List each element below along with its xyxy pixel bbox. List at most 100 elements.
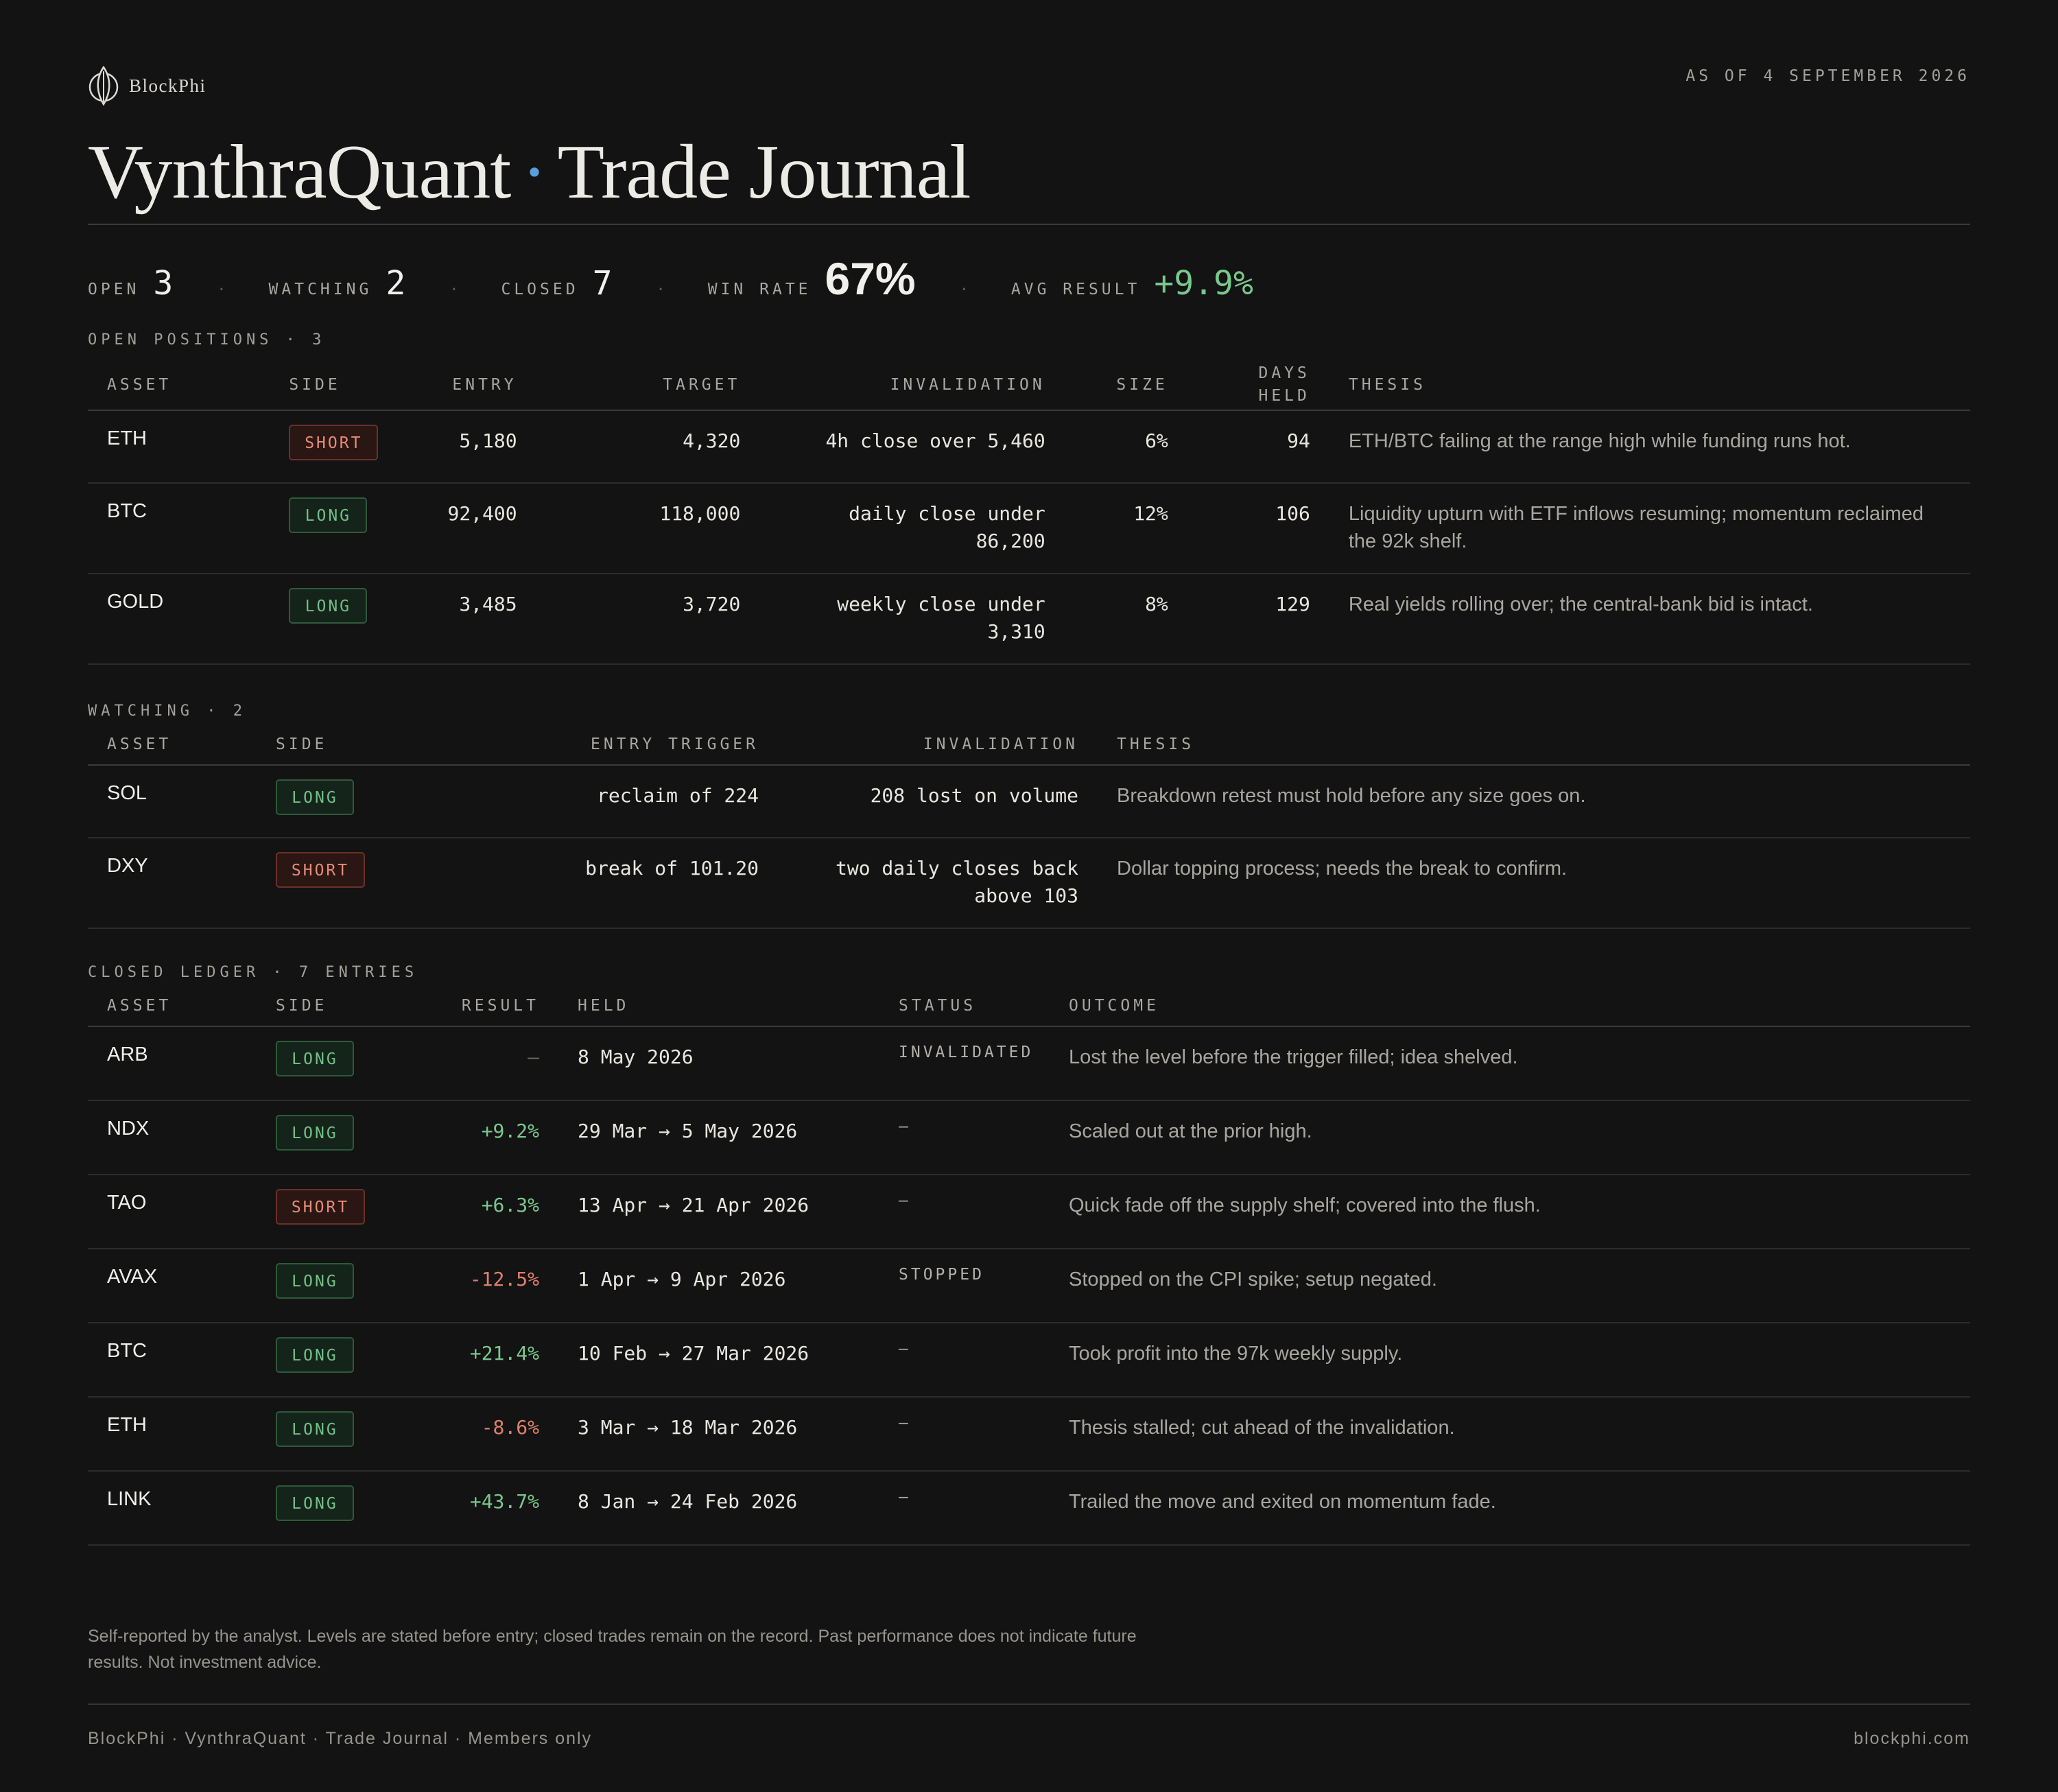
days-held-cell: 129	[1187, 574, 1329, 665]
result-cell: +6.3%	[394, 1175, 558, 1249]
table-row[interactable]: SOL LONG reclaim of 224 208 lost on volu…	[88, 765, 1970, 838]
side-badge: LONG	[276, 1263, 354, 1299]
size-cell: 12%	[1064, 483, 1187, 574]
col-asset[interactable]: ASSET	[88, 985, 257, 1027]
col-status[interactable]: STATUS	[879, 985, 1050, 1027]
outcome-cell: Stopped on the CPI spike; setup negated.	[1050, 1249, 1970, 1323]
brand[interactable]: BlockPhi	[88, 64, 206, 107]
col-size[interactable]: SIZE	[1064, 359, 1187, 411]
outcome-cell: Scaled out at the prior high.	[1050, 1100, 1970, 1175]
target-cell: 3,720	[536, 574, 760, 665]
result-cell: -8.6%	[394, 1397, 558, 1472]
thesis-cell: Dollar topping process; needs the break …	[1098, 838, 1970, 929]
size-cell: 8%	[1064, 574, 1187, 665]
thesis-cell: Breakdown retest must hold before any si…	[1098, 765, 1970, 838]
footer-link[interactable]: blockphi.com	[1854, 1729, 1970, 1749]
days-held-cell: 106	[1187, 483, 1329, 574]
col-side[interactable]: SIDE	[257, 985, 394, 1027]
side-cell: LONG	[270, 483, 418, 574]
col-thesis[interactable]: THESIS	[1098, 724, 1970, 766]
leaf-circle-icon	[88, 64, 119, 107]
size-cell: 6%	[1064, 410, 1187, 484]
side-cell: LONG	[257, 765, 394, 838]
col-entry-trigger[interactable]: ENTRY TRIGGER	[394, 724, 778, 766]
stat-separator: ·	[449, 281, 459, 298]
stat-watching-value: 2	[386, 264, 406, 303]
open-positions-table: ASSET SIDE ENTRY TARGET INVALIDATION SIZ…	[88, 359, 1970, 665]
open-positions-header-row: ASSET SIDE ENTRY TARGET INVALIDATION SIZ…	[88, 359, 1970, 411]
status-cell: –	[879, 1175, 1050, 1249]
col-result[interactable]: RESULT	[394, 985, 558, 1027]
stat-winrate-value: 67%	[825, 253, 916, 304]
result-cell: +9.2%	[394, 1100, 558, 1175]
outcome-cell: Lost the level before the trigger filled…	[1050, 1026, 1970, 1101]
table-row[interactable]: BTC LONG 92,400 118,000 daily close unde…	[88, 483, 1970, 574]
thesis-cell: ETH/BTC failing at the range high while …	[1329, 410, 1970, 484]
table-row[interactable]: ETH LONG -8.6% 3 Mar → 18 Mar 2026– Thesis s…	[88, 1397, 1970, 1472]
col-invalidation[interactable]: INVALIDATION	[778, 724, 1098, 766]
result-cell: -12.5%	[394, 1249, 558, 1323]
col-days-held[interactable]: DAYS HELD	[1187, 359, 1329, 411]
side-badge: LONG	[289, 588, 368, 624]
status-cell: –	[879, 1100, 1050, 1175]
watching-table: ASSET SIDE ENTRY TRIGGER INVALIDATION TH…	[88, 724, 1970, 929]
outcome-cell: Quick fade off the supply shelf; covered…	[1050, 1175, 1970, 1249]
table-row[interactable]: BTC LONG +21.4% 10 Feb → 27 Mar 2026– Took p…	[88, 1323, 1970, 1398]
thesis-cell: Liquidity upturn with ETF inflows resumi…	[1329, 483, 1970, 574]
asset-cell: NDX	[88, 1100, 257, 1175]
entry-cell: 5,180	[418, 410, 536, 484]
stat-closed-label: CLOSED	[501, 281, 579, 298]
asset-cell: BTC	[88, 483, 270, 574]
footer-divider	[88, 1703, 1970, 1705]
side-badge: LONG	[276, 1485, 354, 1521]
table-row[interactable]: LINK LONG +43.7% 8 Jan → 24 Feb 2026– Traile…	[88, 1471, 1970, 1546]
open-positions-label: OPEN POSITIONS · 3	[88, 331, 326, 349]
col-thesis[interactable]: THESIS	[1329, 359, 1970, 411]
held-cell: 29 Mar → 5 May 2026	[558, 1100, 879, 1175]
asset-cell: ETH	[88, 1397, 257, 1472]
target-cell: 4,320	[536, 410, 760, 484]
col-side[interactable]: SIDE	[257, 724, 394, 766]
side-cell: LONG	[257, 1026, 394, 1101]
side-cell: LONG	[257, 1397, 394, 1472]
col-outcome[interactable]: OUTCOME	[1050, 985, 1970, 1027]
col-held[interactable]: HELD	[558, 985, 879, 1027]
watching-label: WATCHING · 2	[88, 703, 246, 720]
table-row[interactable]: ARB LONG –8 May 2026 INVALIDATED Lost the le…	[88, 1026, 1970, 1101]
stat-winrate-label: WIN RATE	[707, 281, 812, 298]
entry-trigger-cell: break of 101.20	[394, 838, 778, 929]
col-asset[interactable]: ASSET	[88, 724, 257, 766]
stats-bar: OPEN 3 · WATCHING 2 · CLOSED 7 · WIN RAT…	[88, 225, 1970, 322]
col-days-held-line1: DAYS	[1258, 364, 1310, 382]
outcome-cell: Trailed the move and exited on momentum …	[1050, 1471, 1970, 1546]
held-cell: 8 May 2026	[558, 1026, 879, 1101]
table-row[interactable]: DXY SHORT break of 101.20 two daily clos…	[88, 838, 1970, 929]
asset-cell: DXY	[88, 838, 257, 929]
side-badge: LONG	[276, 1041, 354, 1076]
col-days-held-line2: HELD	[1258, 386, 1310, 405]
asset-cell: ARB	[88, 1026, 257, 1101]
col-invalidation[interactable]: INVALIDATION	[759, 359, 1065, 411]
held-cell: 10 Feb → 27 Mar 2026	[558, 1323, 879, 1398]
asset-cell: ETH	[88, 410, 270, 484]
col-asset[interactable]: ASSET	[88, 359, 270, 411]
status-cell: INVALIDATED	[879, 1026, 1050, 1101]
side-cell: SHORT	[257, 1175, 394, 1249]
table-row[interactable]: AVAX LONG -12.5% 1 Apr → 9 Apr 2026 STOPPED S…	[88, 1249, 1970, 1323]
col-side[interactable]: SIDE	[270, 359, 418, 411]
trade-journal-page: BlockPhi AS OF 4 SEPTEMBER 2026 VynthraQ…	[0, 0, 2058, 1792]
asset-cell: LINK	[88, 1471, 257, 1546]
col-target[interactable]: TARGET	[536, 359, 760, 411]
invalidation-cell: daily close under 86,200	[759, 483, 1065, 574]
held-cell: 8 Jan → 24 Feb 2026	[558, 1471, 879, 1546]
side-badge: LONG	[276, 779, 354, 815]
table-row[interactable]: NDX LONG +9.2% 29 Mar → 5 May 2026– Scaled o…	[88, 1100, 1970, 1175]
col-entry[interactable]: ENTRY	[418, 359, 536, 411]
table-row[interactable]: TAO SHORT +6.3% 13 Apr → 21 Apr 2026– Quick …	[88, 1175, 1970, 1249]
table-row[interactable]: ETH SHORT 5,180 4,320 4h close over 5,46…	[88, 410, 1970, 484]
status-cell: –	[879, 1323, 1050, 1398]
side-badge: LONG	[276, 1115, 354, 1151]
status-cell: –	[879, 1397, 1050, 1472]
table-row[interactable]: GOLD LONG 3,485 3,720 weekly close under…	[88, 574, 1970, 665]
stat-open-label: OPEN	[88, 281, 140, 298]
